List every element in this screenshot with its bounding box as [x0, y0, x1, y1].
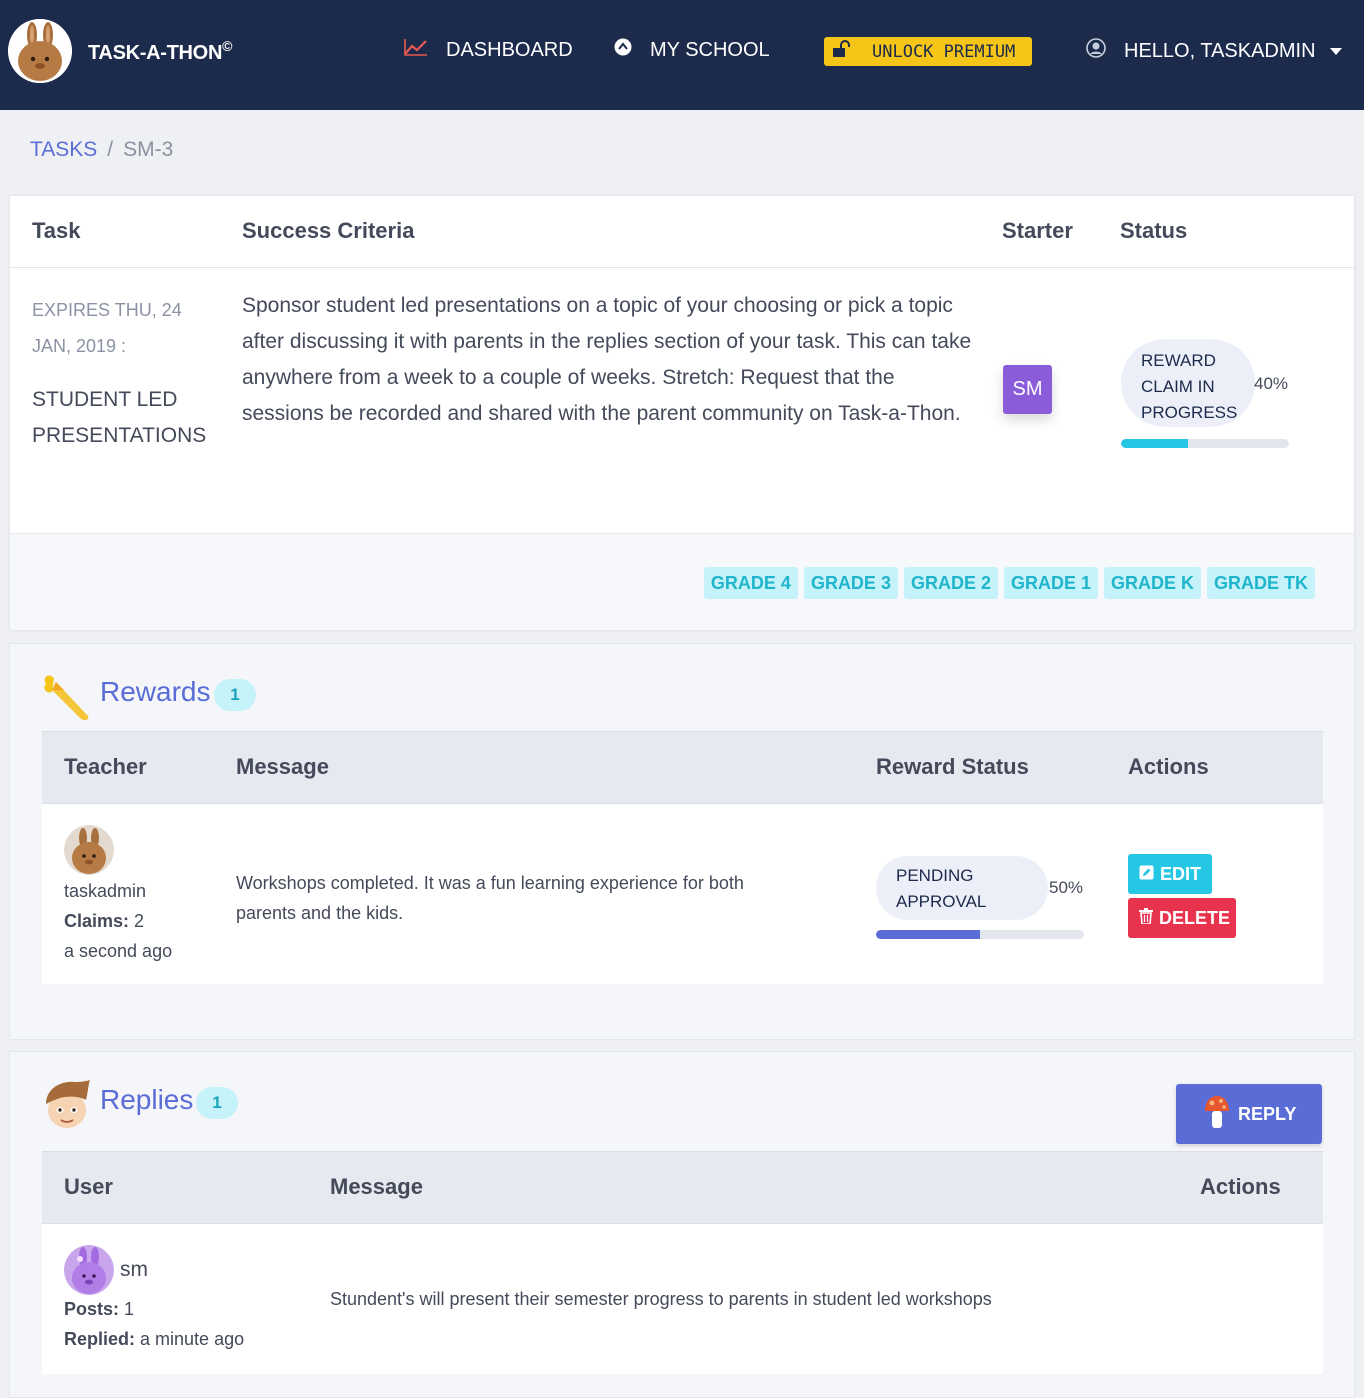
nav-dashboard-label: DASHBOARD [446, 38, 573, 61]
nav-my-school-label: MY SCHOOL [650, 38, 770, 61]
trash-icon [1139, 907, 1153, 929]
reply-button[interactable]: REPLY [1176, 1084, 1322, 1144]
unlock-premium-button[interactable]: UNLOCK PREMIUM [824, 37, 1032, 66]
rewards-title: Rewards [100, 676, 211, 707]
col-user: User [64, 1174, 113, 1199]
reward-status-percent: 50% [1049, 878, 1084, 897]
breadcrumb-tasks-link[interactable]: TASKS [30, 138, 97, 162]
reply-replied: Replied: a minute ago [64, 1329, 244, 1350]
reward-claims: Claims: 2 [64, 911, 144, 932]
unlock-icon [832, 40, 850, 63]
replies-title: Replies [100, 1084, 194, 1115]
user-circle-icon [1086, 38, 1106, 64]
reward-status-progress-bar [876, 930, 1084, 939]
grade-tag[interactable]: GRADE 3 [803, 567, 898, 599]
task-status-badge: REWARD CLAIM IN PROGRESS [1121, 339, 1255, 427]
col-message: Message [330, 1174, 423, 1199]
nav-dashboard[interactable]: DASHBOARD [404, 38, 573, 62]
reward-status-progress-fill [876, 930, 980, 939]
grade-tag[interactable]: GRADE 2 [903, 567, 998, 599]
school-icon [614, 38, 632, 62]
col-teacher: Teacher [64, 754, 147, 779]
rewards-table-header: Teacher Message Reward Status Actions [42, 731, 1323, 804]
reply-replied-value: a minute ago [140, 1329, 245, 1349]
reply-user-name[interactable]: sm [120, 1258, 148, 1282]
edit-label: EDIT [1160, 863, 1202, 884]
task-status-progress-bar [1121, 439, 1289, 448]
reward-timestamp: a second ago [64, 941, 173, 961]
header-starter: Starter [1002, 218, 1073, 243]
replies-section: Replies 1 REPLY User Message Actions sm … [9, 1051, 1355, 1398]
reply-replied-label: Replied: [64, 1329, 136, 1349]
divider [10, 267, 1354, 268]
boy-face-icon [42, 1078, 92, 1135]
avatar[interactable] [64, 1245, 114, 1295]
nav-my-school[interactable]: MY SCHOOL [614, 38, 770, 62]
reply-message: Stundent's will present their semester p… [330, 1289, 992, 1309]
replies-table-header: User Message Actions [42, 1151, 1323, 1224]
header-status: Status [1120, 218, 1188, 243]
table-row: sm Posts: 1 Replied: a minute ago Stunde… [42, 1224, 1323, 1374]
task-grades-footer: GRADE 4 GRADE 3 GRADE 2 GRADE 1 GRADE K GRADE… [10, 533, 1354, 630]
brand-bunny-logo[interactable] [8, 19, 72, 83]
col-reward-status: Reward Status [876, 754, 1029, 779]
task-status-percent: 40% [1254, 374, 1289, 393]
grade-tag[interactable]: GRADE 1 [1003, 567, 1098, 599]
task-detail-card: Task Success Criteria Starter Status EXP… [9, 195, 1355, 630]
reply-posts: Posts: 1 [64, 1299, 134, 1320]
header-task: Task [32, 218, 81, 243]
starter-avatar[interactable]: SM [1003, 365, 1052, 414]
reply-posts-label: Posts: [64, 1299, 120, 1319]
task-expiry: EXPIRES THU, 24 JAN, 2019 : [32, 300, 182, 356]
task-status-progress-fill [1121, 439, 1189, 448]
reward-message: Workshops completed. It was a fun learni… [236, 873, 744, 923]
chart-line-icon [404, 38, 428, 62]
edit-icon [1139, 864, 1154, 885]
task-success-criteria: Sponsor student led presentations on a t… [242, 294, 972, 425]
reward-teacher-name[interactable]: taskadmin [64, 881, 146, 902]
col-actions: Actions [1200, 1174, 1281, 1199]
rewards-section: Rewards 1 Teacher Message Reward Status … [9, 643, 1355, 1040]
mushroom-icon [1204, 1095, 1230, 1134]
brand-title[interactable]: TASK-A-THON© [88, 38, 232, 65]
avatar[interactable] [64, 825, 114, 875]
breadcrumb-current: SM-3 [123, 138, 174, 161]
task-name: STUDENT LED PRESENTATIONS [32, 388, 207, 447]
user-menu[interactable]: HELLO, TASKADMIN [1086, 38, 1342, 64]
grade-tags: GRADE 4 GRADE 3 GRADE 2 GRADE 1 GRADE K GRADE… [703, 567, 1315, 599]
col-actions: Actions [1128, 754, 1209, 779]
replies-count-badge: 1 [196, 1087, 238, 1119]
unlock-premium-label: UNLOCK PREMIUM [872, 41, 1016, 62]
reward-claims-value: 2 [134, 911, 145, 931]
reward-claims-label: Claims: [64, 911, 130, 931]
delete-label: DELETE [1159, 907, 1231, 928]
reply-label: REPLY [1238, 1103, 1297, 1124]
reward-status-badge: PENDING APPROVAL [876, 856, 1048, 920]
delete-button[interactable]: DELETE [1128, 898, 1236, 938]
grade-tag[interactable]: GRADE K [1103, 567, 1201, 599]
col-message: Message [236, 754, 329, 779]
table-row: taskadmin Claims: 2 a second ago Worksho… [42, 804, 1323, 984]
top-navbar: TASK-A-THON© DASHBOARD MY SCHOOL UNLOCK … [0, 0, 1364, 110]
breadcrumb: TASKS / SM-3 [30, 138, 173, 162]
chevron-down-icon [1329, 47, 1342, 55]
grade-tag[interactable]: GRADE 4 [703, 567, 798, 599]
reply-posts-value: 1 [124, 1299, 135, 1319]
header-success-criteria: Success Criteria [242, 218, 415, 243]
user-greeting: HELLO, TASKADMIN [1124, 39, 1316, 62]
breadcrumb-separator: / [107, 138, 114, 161]
rewards-count-badge: 1 [214, 679, 256, 711]
edit-button[interactable]: EDIT [1128, 854, 1212, 894]
carrot-icon [40, 668, 96, 729]
grade-tag[interactable]: GRADE TK [1207, 567, 1315, 599]
